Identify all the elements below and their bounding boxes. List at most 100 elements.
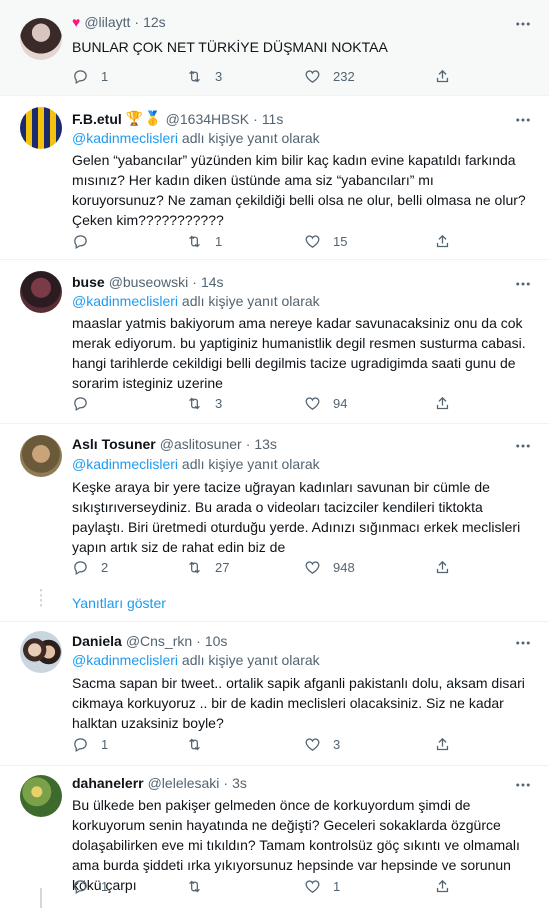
- tweet[interactable]: dahanelerr @lelelesaki · 3s Bu ülkede be…: [0, 767, 549, 908]
- reply-count: 1: [101, 68, 109, 84]
- reply-button[interactable]: 1: [72, 66, 108, 86]
- share-icon: [436, 737, 449, 750]
- mention-link[interactable]: @kadinmeclisleri: [72, 130, 178, 146]
- user-handle[interactable]: @lelelesaki: [148, 775, 220, 791]
- retweet-button[interactable]: 3: [186, 393, 222, 413]
- display-name[interactable]: Daniela: [72, 633, 122, 649]
- user-handle[interactable]: @buseowski: [109, 274, 189, 290]
- reply-button[interactable]: 1: [72, 734, 108, 754]
- tweet-time[interactable]: 12s: [143, 14, 166, 30]
- retweet-count: 3: [215, 395, 223, 411]
- tweet-actions: 1 15: [68, 231, 468, 251]
- tweet-time[interactable]: 13s: [254, 436, 277, 452]
- like-button[interactable]: 948: [304, 557, 355, 577]
- tweet-text: Gelen “yabancılar” yüzünden kim bilir ka…: [72, 152, 526, 228]
- reply-button[interactable]: 2: [72, 557, 108, 577]
- avatar[interactable]: [20, 775, 62, 817]
- avatar[interactable]: [20, 107, 62, 149]
- retweet-icon: [189, 880, 200, 892]
- avatar[interactable]: [20, 18, 62, 60]
- display-name[interactable]: Aslı Tosuner: [72, 436, 156, 452]
- separator-dot: ·: [245, 436, 251, 452]
- retweet-icon: [189, 397, 200, 409]
- like-button[interactable]: 1: [304, 876, 340, 896]
- avatar[interactable]: [20, 435, 62, 477]
- like-count: 3: [333, 736, 341, 752]
- share-icon: [436, 69, 449, 82]
- like-button[interactable]: 232: [304, 66, 355, 86]
- mention-link[interactable]: @kadinmeclisleri: [72, 293, 178, 309]
- share-button[interactable]: [434, 393, 451, 413]
- reply-button[interactable]: [72, 393, 101, 413]
- reply-count: 2: [101, 559, 109, 575]
- more-options-icon[interactable]: [513, 14, 533, 34]
- replying-to: @kadinmeclisleri adlı kişiye yanıt olara…: [72, 652, 320, 668]
- replying-to: @kadinmeclisleri adlı kişiye yanıt olara…: [72, 130, 320, 146]
- tweet-time[interactable]: 10s: [205, 633, 228, 649]
- retweet-button[interactable]: [186, 876, 215, 896]
- more-options-icon[interactable]: [513, 110, 533, 130]
- replying-label: adlı kişiye yanıt olarak: [178, 652, 320, 668]
- tweet[interactable]: F.B.etul 🏆 🥇 @1634HBSK · 11s @kadinmecli…: [0, 97, 549, 260]
- display-name[interactable]: buse: [72, 274, 105, 290]
- tweet[interactable]: Aslı Tosuner @aslitosuner · 13s @kadinme…: [0, 425, 549, 622]
- mention-link[interactable]: @kadinmeclisleri: [72, 456, 178, 472]
- like-icon: [305, 69, 320, 83]
- like-count: 948: [333, 559, 355, 575]
- retweet-button[interactable]: [186, 734, 215, 754]
- reply-button[interactable]: [72, 231, 101, 251]
- reply-count: 1: [101, 736, 109, 752]
- more-options-icon[interactable]: [513, 775, 533, 795]
- retweet-button[interactable]: 1: [186, 231, 222, 251]
- like-button[interactable]: 15: [304, 231, 347, 251]
- share-button[interactable]: [434, 231, 451, 251]
- heart-icon: ♥: [72, 14, 81, 30]
- medal-icon: 🥇: [144, 110, 162, 126]
- replying-label: adlı kişiye yanıt olarak: [178, 130, 320, 146]
- tweet-text: Keşke araya bir yere tacize uğrayan kadı…: [72, 479, 521, 555]
- like-icon: [305, 879, 320, 893]
- tweet-actions: 1 1: [68, 876, 468, 896]
- tweet-time[interactable]: 11s: [262, 111, 284, 127]
- retweet-count: 1: [215, 233, 223, 249]
- share-button[interactable]: [434, 557, 451, 577]
- tweet-text: BUNLAR ÇOK NET TÜRKİYE DÜŞMANI NOKTAA: [72, 39, 388, 55]
- replying-label: adlı kişiye yanıt olarak: [178, 456, 320, 472]
- avatar[interactable]: [20, 271, 62, 313]
- like-count: 1: [333, 878, 341, 894]
- display-name[interactable]: dahanelerr: [72, 775, 144, 791]
- share-button[interactable]: [434, 734, 451, 754]
- more-options-icon[interactable]: [513, 633, 533, 653]
- tweet-actions: 3 94: [68, 393, 468, 413]
- user-handle[interactable]: @aslitosuner: [160, 436, 242, 452]
- tweet[interactable]: Daniela @Cns_rkn · 10s @kadinmeclisleri …: [0, 623, 549, 766]
- like-button[interactable]: 3: [304, 734, 340, 754]
- share-button[interactable]: [434, 66, 451, 86]
- avatar[interactable]: [20, 631, 62, 673]
- like-icon: [305, 560, 320, 574]
- share-icon: [436, 396, 449, 409]
- display-name[interactable]: F.B.etul: [72, 111, 122, 127]
- retweet-icon: [189, 738, 200, 750]
- retweet-button[interactable]: 3: [186, 66, 222, 86]
- user-handle[interactable]: @lilaytt: [84, 14, 130, 30]
- like-button[interactable]: 94: [304, 393, 347, 413]
- tweet-time[interactable]: 3s: [232, 775, 247, 791]
- reply-button[interactable]: 1: [72, 876, 108, 896]
- separator-dot: ·: [196, 633, 201, 649]
- user-handle[interactable]: @1634HBSK: [166, 111, 249, 127]
- tweet[interactable]: buse @buseowski · 14s @kadinmeclisleri a…: [0, 261, 549, 424]
- reply-icon: [74, 879, 87, 894]
- tweet-time[interactable]: 14s: [201, 274, 224, 290]
- retweet-icon: [189, 235, 200, 247]
- retweet-button[interactable]: 27: [186, 557, 229, 577]
- mention-link[interactable]: @kadinmeclisleri: [72, 652, 178, 668]
- more-options-icon[interactable]: [513, 436, 533, 456]
- trophy-icon: 🏆: [125, 110, 144, 126]
- tweet[interactable]: ♥ @lilaytt · 12s BUNLAR ÇOK NET TÜRKİYE …: [0, 0, 549, 96]
- share-icon: [436, 560, 449, 573]
- user-handle[interactable]: @Cns_rkn: [126, 633, 192, 649]
- show-replies-link[interactable]: Yanıtları göster: [72, 595, 166, 611]
- share-button[interactable]: [434, 876, 451, 896]
- more-options-icon[interactable]: [513, 274, 533, 294]
